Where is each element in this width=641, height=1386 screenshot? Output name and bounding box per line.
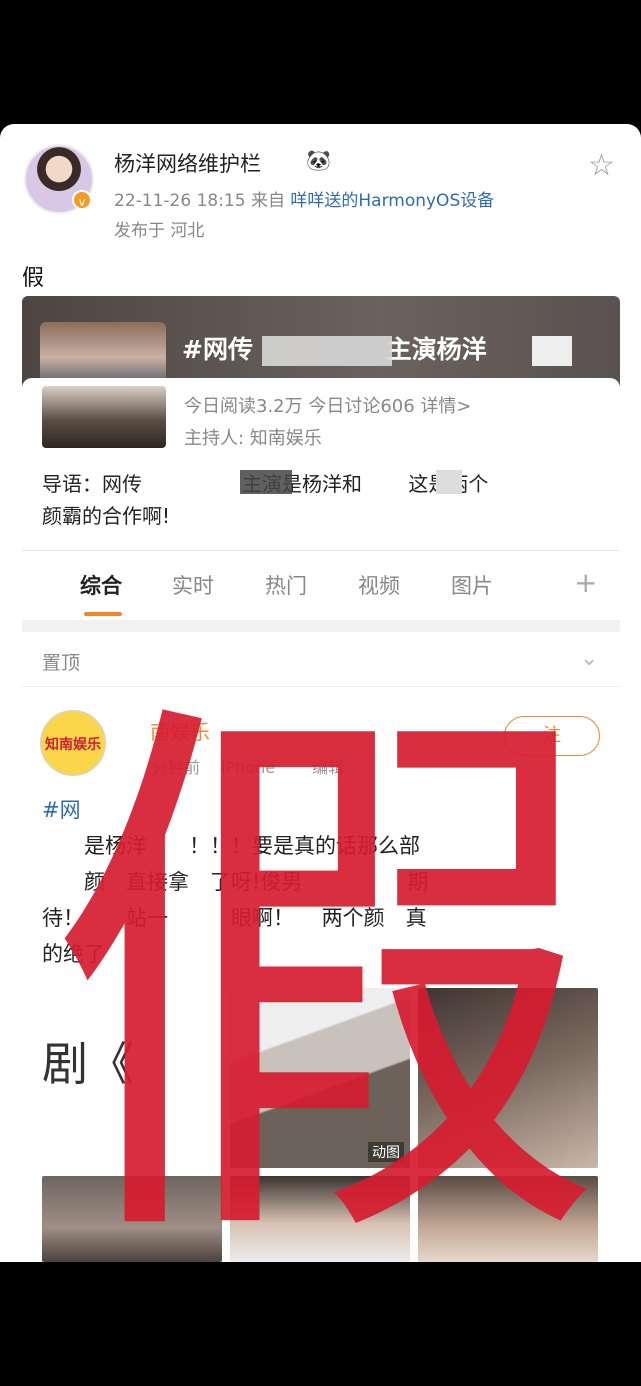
tab-images[interactable]: 图片 — [451, 570, 493, 600]
panda-emoji-icon: 🐼 — [306, 148, 331, 172]
post-time: 22-11-26 18:15 — [114, 191, 246, 211]
add-tab-icon[interactable]: + — [574, 566, 597, 599]
inner-post-line: 的绝了 — [42, 942, 105, 966]
post-meta: 22-11-26 18:15 来自 咩咩送的HarmonyOS设备 — [114, 186, 494, 211]
inner-post-avatar[interactable]: 知南娱乐 — [40, 710, 106, 776]
post-text: 假 — [22, 266, 45, 291]
post-image[interactable] — [418, 1176, 598, 1262]
section-separator — [22, 620, 620, 632]
inner-post-username[interactable]: 南娱乐 — [150, 716, 210, 745]
active-tab-indicator — [84, 612, 122, 616]
favorite-star-icon[interactable]: ☆ — [588, 148, 615, 183]
guide-line: 导语：网传 主演是杨洋和 这是两个 — [42, 472, 488, 496]
divider — [22, 686, 620, 687]
post-image[interactable]: 剧《 — [42, 988, 222, 1168]
tab-comprehensive[interactable]: 综合 — [80, 570, 122, 600]
image-caption-text: 剧《 — [42, 1037, 134, 1091]
mosaic-blur — [240, 470, 292, 494]
inner-post-meta: 分钟前 iPhone 编辑 — [152, 758, 345, 777]
feed-tabs: 综合 实时 热门 视频 图片 — [22, 570, 620, 610]
mosaic-blur — [532, 336, 572, 366]
post-location: 发布于 河北 — [114, 221, 205, 241]
gif-label: 动图 — [368, 1142, 404, 1162]
post-card: v 杨洋网络维护栏 🐼 22-11-26 18:15 来自 咩咩送的Harmon… — [0, 124, 641, 1262]
inner-post-line: 待！ 站一 眼啊！ 两个颜 真 — [42, 906, 427, 930]
guide-line: 颜霸的合作啊! — [42, 504, 171, 528]
follow-button[interactable]: 注 — [504, 716, 600, 756]
chevron-down-icon[interactable]: ⌄ — [580, 646, 598, 671]
inner-post-line: 是杨洋 ！！！要是真的话那么部 — [42, 834, 420, 858]
tab-video[interactable]: 视频 — [358, 570, 400, 600]
pinned-label: 置顶 — [42, 652, 81, 674]
mosaic-blur — [436, 470, 462, 494]
tab-realtime[interactable]: 实时 — [172, 570, 214, 600]
verified-badge-icon: v — [72, 190, 92, 210]
inner-post-text: #网 是杨洋 ！！！要是真的话那么部 颜 直接拿 了呀!俊男 期 待！ 站一 眼… — [42, 792, 602, 972]
tab-hot[interactable]: 热门 — [265, 570, 307, 600]
post-image[interactable]: 动图 — [230, 988, 410, 1168]
topic-guide: 导语：网传 主演是杨洋和 这是两个 颜霸的合作啊! — [42, 468, 602, 532]
divider — [22, 550, 620, 551]
inner-post-line: 颜 直接拿 了呀!俊男 期 — [42, 870, 429, 894]
post-image[interactable] — [230, 1176, 410, 1262]
inner-post-hashtag[interactable]: #网 — [42, 792, 602, 828]
post-image[interactable] — [418, 988, 598, 1168]
topic-host: 主持人: 知南娱乐 — [184, 428, 322, 449]
mosaic-blur — [262, 336, 392, 366]
topic-stats[interactable]: 今日阅读3.2万 今日讨论606 详情> — [184, 392, 472, 418]
from-label: 来自 — [250, 191, 285, 211]
username[interactable]: 杨洋网络维护栏 — [114, 148, 261, 178]
post-source[interactable]: 咩咩送的HarmonyOS设备 — [290, 191, 494, 211]
post-image[interactable] — [42, 1176, 222, 1262]
topic-host-thumbnail — [42, 386, 166, 448]
